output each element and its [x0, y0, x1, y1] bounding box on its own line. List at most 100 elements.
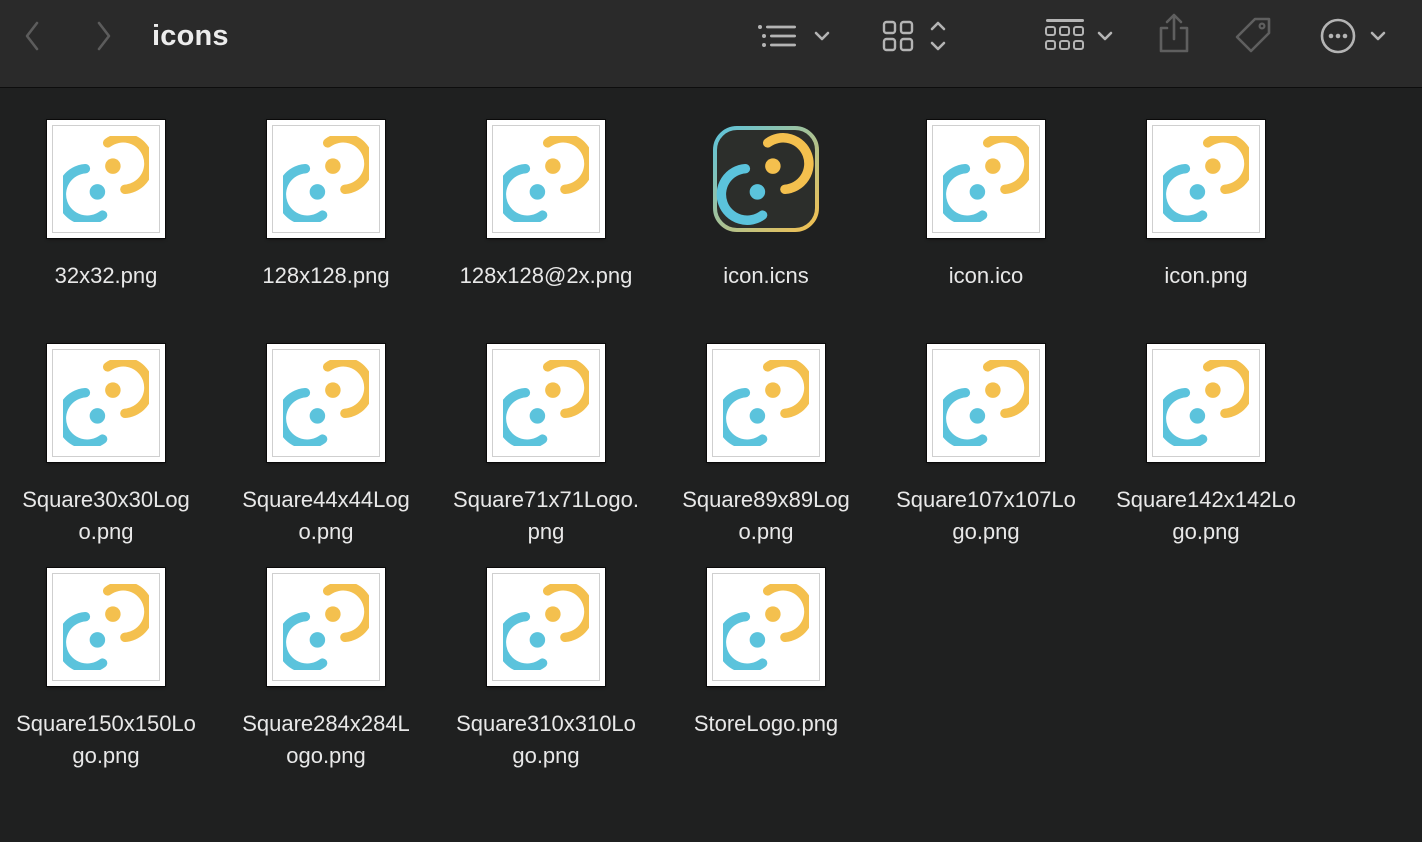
window-title: icons [152, 20, 229, 52]
file-name-line: Square89x89Log [682, 487, 850, 512]
back-button[interactable] [18, 18, 46, 54]
logo-icon [1152, 125, 1260, 233]
list-view-button[interactable] [754, 18, 836, 54]
tag-icon [1235, 17, 1271, 53]
file-item[interactable]: Square310x310Lo go.png [436, 568, 656, 772]
file-item[interactable]: Square150x150Lo go.png [0, 568, 216, 772]
file-name-line: o.png [78, 519, 134, 544]
file-name: Square310x310Lo go.png [441, 708, 651, 772]
file-name: icon.png [1101, 260, 1311, 292]
file-item[interactable]: 32x32.png [0, 120, 216, 292]
file-item[interactable]: 128x128@2x.png [436, 120, 656, 292]
file-name-line: o.png [738, 519, 794, 544]
image-thumbnail [267, 344, 385, 462]
file-name: Square284x284L ogo.png [221, 708, 431, 772]
app-icon-thumbnail [707, 120, 825, 238]
logo-icon [272, 125, 380, 233]
image-thumbnail [707, 344, 825, 462]
file-item[interactable]: Square107x107Lo go.png [876, 344, 1096, 548]
image-thumbnail [927, 344, 1045, 462]
toolbar: icons [0, 0, 1422, 88]
image-thumbnail [47, 120, 165, 238]
file-name-line: Square71x71Logo. [453, 487, 639, 512]
file-name: Square142x142Lo go.png [1101, 484, 1311, 548]
chevron-left-icon [25, 21, 39, 51]
group-grid-icon [1045, 19, 1113, 50]
logo-icon [712, 573, 820, 681]
ellipsis-circle-icon [1320, 18, 1386, 54]
file-name-line: Square30x30Log [22, 487, 190, 512]
file-name-line: go.png [1172, 519, 1240, 544]
file-name: Square150x150Lo go.png [1, 708, 211, 772]
file-item[interactable]: 128x128.png [216, 120, 436, 292]
share-button[interactable] [1154, 12, 1194, 56]
file-name-line: go.png [512, 743, 580, 768]
file-name-line: png [527, 519, 565, 544]
file-item[interactable]: icon.ico [876, 120, 1096, 292]
list-view-icon [758, 25, 830, 47]
logo-icon [52, 349, 160, 457]
image-thumbnail [1147, 120, 1265, 238]
file-name: Square30x30Log o.png [1, 484, 211, 548]
file-name: icon.ico [881, 260, 1091, 292]
file-name: Square89x89Log o.png [661, 484, 871, 548]
logo-icon [52, 573, 160, 681]
file-item[interactable]: icon.icns [656, 120, 876, 292]
file-name: icon.icns [661, 260, 871, 292]
logo-icon [492, 573, 600, 681]
file-item[interactable]: Square142x142Lo go.png [1096, 344, 1316, 548]
icon-grid-icon [882, 20, 946, 52]
tag-button[interactable] [1230, 14, 1276, 58]
file-name-line: StoreLogo.png [693, 711, 839, 736]
file-name: 32x32.png [1, 260, 211, 292]
logo-icon [272, 573, 380, 681]
file-item[interactable]: Square44x44Log o.png [216, 344, 436, 548]
file-name-line: o.png [298, 519, 354, 544]
logo-icon [52, 125, 160, 233]
file-item[interactable]: Square71x71Logo. png [436, 344, 656, 548]
chevron-right-icon [97, 21, 111, 51]
file-name-line: Square150x150Lo [16, 711, 196, 736]
share-icon [1159, 13, 1189, 53]
image-thumbnail [487, 568, 605, 686]
logo-icon [1152, 349, 1260, 457]
image-thumbnail [47, 344, 165, 462]
file-name: 128x128.png [221, 260, 431, 292]
logo-icon [492, 349, 600, 457]
file-name-line: Square142x142Lo [1116, 487, 1296, 512]
logo-icon [712, 349, 820, 457]
file-item[interactable]: Square30x30Log o.png [0, 344, 216, 548]
file-name-line: icon.ico [948, 263, 1024, 288]
file-name-line: 128x128.png [262, 263, 390, 288]
file-item[interactable]: StoreLogo.png [656, 568, 876, 740]
file-name-line: icon.png [1164, 263, 1248, 288]
file-item[interactable]: Square89x89Log o.png [656, 344, 876, 548]
file-name-line: go.png [72, 743, 140, 768]
file-name-line: Square310x310Lo [456, 711, 636, 736]
file-item[interactable]: icon.png [1096, 120, 1316, 292]
file-name: 128x128@2x.png [441, 260, 651, 292]
image-thumbnail [927, 120, 1045, 238]
icon-view-button[interactable] [880, 16, 952, 56]
image-thumbnail [267, 120, 385, 238]
image-thumbnail [267, 568, 385, 686]
file-item[interactable]: Square284x284L ogo.png [216, 568, 436, 772]
file-name: StoreLogo.png [661, 708, 871, 740]
image-thumbnail [487, 344, 605, 462]
file-name-line: ogo.png [286, 743, 366, 768]
file-name: Square44x44Log o.png [221, 484, 431, 548]
file-name-line: Square44x44Log [242, 487, 410, 512]
image-thumbnail [707, 568, 825, 686]
logo-icon [492, 125, 600, 233]
logo-icon [932, 349, 1040, 457]
file-grid: 32x32.png 128x128.png 128x128@2x.png icon.i… [0, 89, 1422, 842]
file-name-line: 32x32.png [54, 263, 158, 288]
image-thumbnail [487, 120, 605, 238]
forward-button[interactable] [90, 18, 118, 54]
group-button[interactable] [1042, 16, 1118, 56]
file-name: Square71x71Logo. png [441, 484, 651, 548]
image-thumbnail [47, 568, 165, 686]
more-actions-button[interactable] [1318, 16, 1390, 56]
logo-icon [272, 349, 380, 457]
file-name-line: go.png [952, 519, 1020, 544]
